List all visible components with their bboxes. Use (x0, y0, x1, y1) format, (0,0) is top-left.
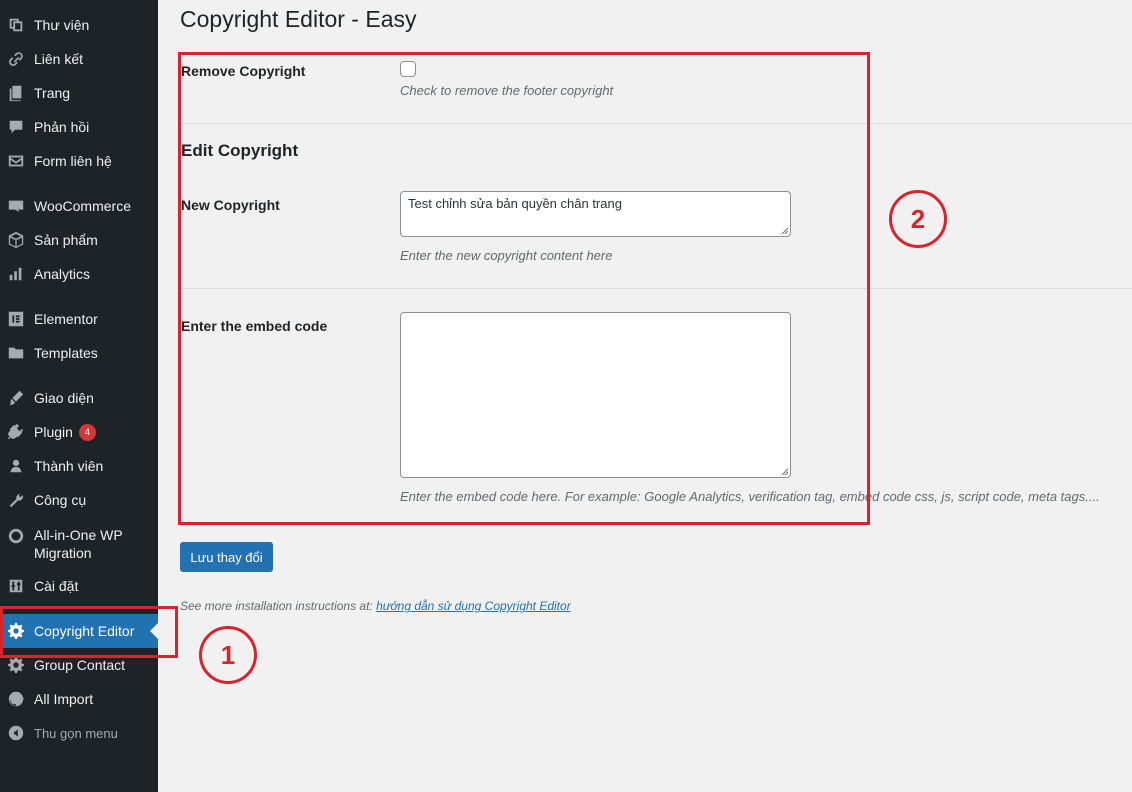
sidebar-item-all-in-one-migration[interactable]: All-in-One WP Migration (0, 522, 158, 568)
sidebar-item-label: Công cụ (34, 492, 87, 508)
sidebar-item-label: WooCommerce (34, 198, 131, 214)
sidebar-item-contact-form[interactable]: Form liên hệ (0, 144, 158, 178)
sidebar-item-all-import[interactable]: All Import (0, 682, 158, 716)
sidebar-item-label: Cài đặt (34, 578, 79, 594)
sidebar-item-label: Thu gọn menu (34, 725, 118, 741)
mail-icon (6, 151, 26, 171)
admin-sidebar: Thư viện Liên kết Trang Phản hồi Form li… (0, 0, 158, 792)
help-link[interactable]: hướng dẫn sử dụng Copyright Editor (376, 599, 571, 613)
sidebar-item-label: Templates (34, 345, 98, 361)
bar-chart-icon (6, 264, 26, 284)
sidebar-item-appearance[interactable]: Giao diện (0, 381, 158, 415)
annotation-box-2 (178, 52, 870, 525)
sidebar-item-templates[interactable]: Templates (0, 336, 158, 370)
folder-icon (6, 343, 26, 363)
link-icon (6, 49, 26, 69)
media-icon (6, 15, 26, 35)
sidebar-item-label: All Import (34, 691, 94, 707)
annotation-box-1 (0, 606, 178, 658)
woocommerce-icon (6, 196, 26, 216)
annotation-marker-1: 1 (199, 626, 257, 684)
gear-icon (6, 655, 26, 675)
plugin-icon (6, 422, 26, 442)
sidebar-item-label: Plugin (34, 424, 73, 440)
sidebar-item-links[interactable]: Liên kết (0, 42, 158, 76)
plugin-update-badge: 4 (78, 423, 96, 441)
sidebar-item-label: All-in-One WP Migration (34, 527, 123, 561)
sidebar-item-comments[interactable]: Phản hồi (0, 110, 158, 144)
comment-icon (6, 117, 26, 137)
sidebar-item-label: Liên kết (34, 51, 84, 67)
sidebar-item-elementor[interactable]: Elementor (0, 302, 158, 336)
sidebar-item-label: Thư viện (34, 17, 90, 33)
sidebar-item-label: Phản hồi (34, 119, 90, 135)
sidebar-item-products[interactable]: Sản phẩm (0, 223, 158, 257)
settings-sliders-icon (6, 576, 26, 596)
page-title: Copyright Editor - Easy (180, 6, 417, 32)
user-icon (6, 456, 26, 476)
sidebar-item-plugins[interactable]: Plugin 4 (0, 415, 158, 449)
sidebar-item-woocommerce[interactable]: WooCommerce (0, 189, 158, 223)
save-changes-button[interactable]: Lưu thay đổi (180, 542, 273, 572)
help-text: See more installation instructions at: h… (180, 599, 571, 613)
sidebar-item-users[interactable]: Thành viên (0, 449, 158, 483)
sidebar-item-label: Thành viên (34, 458, 104, 474)
sidebar-collapse-menu[interactable]: Thu gọn menu (0, 716, 158, 750)
sidebar-item-label: Trang (34, 85, 71, 101)
migration-icon (6, 526, 26, 546)
sidebar-item-label: Giao diện (34, 390, 94, 406)
sidebar-item-label: Form liên hệ (34, 153, 112, 169)
box-icon (6, 230, 26, 250)
sidebar-item-label: Elementor (34, 311, 98, 327)
wrench-icon (6, 490, 26, 510)
help-prefix: See more installation instructions at: (180, 599, 377, 613)
sidebar-item-settings[interactable]: Cài đặt (0, 569, 158, 603)
sidebar-item-label: Sản phẩm (34, 232, 98, 248)
sidebar-item-pages[interactable]: Trang (0, 76, 158, 110)
annotation-marker-2: 2 (889, 190, 947, 248)
import-icon (6, 689, 26, 709)
brush-icon (6, 388, 26, 408)
elementor-icon (6, 309, 26, 329)
sidebar-item-analytics[interactable]: Analytics (0, 257, 158, 291)
sidebar-item-label: Analytics (34, 266, 91, 282)
page-icon (6, 83, 26, 103)
sidebar-item-tools[interactable]: Công cụ (0, 483, 158, 517)
sidebar-item-label: Group Contact (34, 657, 126, 673)
collapse-icon (6, 723, 26, 743)
sidebar-item-media[interactable]: Thư viện (0, 8, 158, 42)
